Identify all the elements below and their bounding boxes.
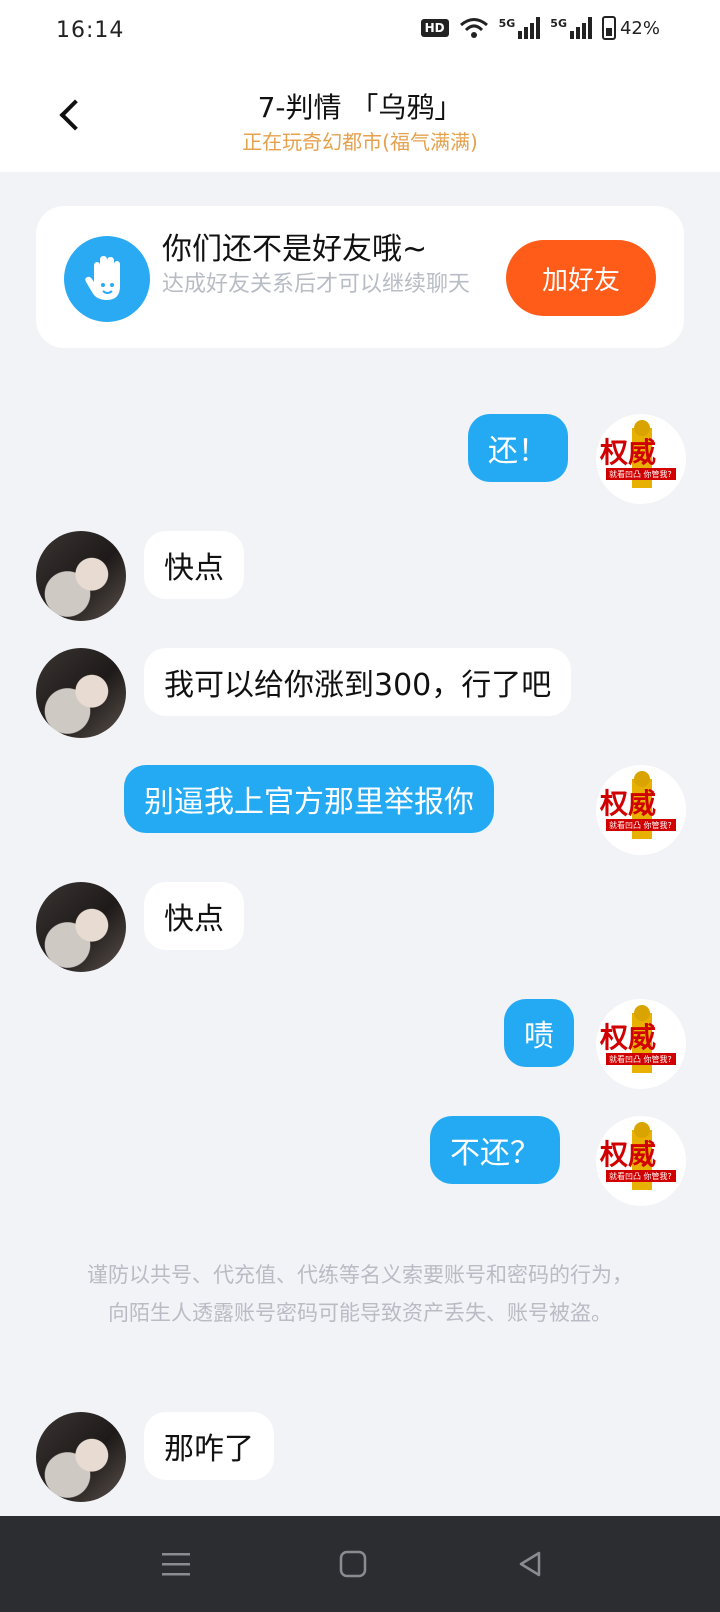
contact-avatar[interactable] — [36, 531, 126, 621]
svg-text:就看凹凸 你管我?: 就看凹凸 你管我? — [609, 469, 672, 479]
avatar-image: 权威 就看凹凸 你管我? — [599, 420, 676, 488]
avatar-image: 权威 就看凹凸 你管我? — [599, 771, 676, 839]
message-bubble-out[interactable]: 别逼我上官方那里举报你 — [124, 765, 494, 833]
contact-avatar[interactable] — [36, 648, 126, 738]
home-icon[interactable] — [329, 1540, 377, 1588]
battery-percent: 42% — [619, 17, 660, 39]
battery-icon — [601, 16, 616, 40]
avatar-image: 权威 就看凹凸 你管我? — [599, 1005, 676, 1073]
svg-text:权威: 权威 — [599, 787, 656, 820]
svg-text:权威: 权威 — [599, 1021, 656, 1054]
svg-text:权威: 权威 — [599, 436, 656, 469]
contact-avatar[interactable] — [36, 1412, 126, 1502]
chat-header: 7-判情 「乌鸦」 正在玩奇幻都市(福气满满) — [0, 64, 720, 172]
status-time: 16:14 — [56, 18, 125, 43]
status-icons: HD 5G 5G 42% — [420, 16, 660, 40]
safety-notice: 谨防以共号、代充值、代练等名义索要账号和密码的行为，向陌生人透露账号密码可能导致… — [87, 1263, 633, 1325]
chat-title: 7-判情 「乌鸦」 — [257, 91, 463, 124]
my-avatar[interactable]: 权威 就看凹凸 你管我? — [596, 414, 686, 504]
my-avatar[interactable]: 权威 就看凹凸 你管我? — [596, 999, 686, 1089]
hd-icon: HD — [420, 19, 449, 37]
hand-icon — [64, 236, 150, 322]
avatar-image: 权威 就看凹凸 你管我? — [599, 1122, 676, 1190]
message-bubble-in[interactable]: 快点 — [144, 531, 244, 599]
wifi-icon — [459, 18, 488, 38]
banner-title: 你们还不是好友哦~ — [162, 232, 428, 267]
system-nav-bar — [0, 1516, 720, 1612]
add-friend-button[interactable]: 加好友 — [506, 240, 656, 316]
message-bubble-out[interactable]: 啧 — [504, 999, 574, 1067]
back-triangle-icon[interactable] — [506, 1540, 554, 1588]
message-bubble-in[interactable]: 那咋了 — [144, 1412, 274, 1480]
menu-icon[interactable] — [152, 1540, 200, 1588]
banner-description: 达成好友关系后才可以继续聊天 — [162, 272, 471, 297]
svg-text:就看凹凸 你管我?: 就看凹凸 你管我? — [609, 820, 672, 830]
message-bubble-out[interactable]: 不还？ — [430, 1116, 560, 1184]
message-bubble-in[interactable]: 快点 — [144, 882, 244, 950]
my-avatar[interactable]: 权威 就看凹凸 你管我? — [596, 1116, 686, 1206]
my-avatar[interactable]: 权威 就看凹凸 你管我? — [596, 765, 686, 855]
status-bar: 16:14 HD 5G 5G 42% — [0, 0, 720, 64]
svg-text:就看凹凸 你管我?: 就看凹凸 你管我? — [609, 1171, 672, 1181]
message-bubble-in[interactable]: 我可以给你涨到300，行了吧 — [144, 648, 572, 716]
battery-indicator: 42% — [601, 16, 660, 40]
signal-icon-1: 5G — [499, 17, 541, 39]
svg-text:就看凹凸 你管我?: 就看凹凸 你管我? — [609, 1054, 672, 1064]
chat-subtitle: 正在玩奇幻都市(福气满满) — [242, 130, 478, 154]
message-bubble-out[interactable]: 还！ — [468, 414, 568, 482]
signal-icon-2: 5G — [550, 17, 592, 39]
svg-text:权威: 权威 — [599, 1138, 656, 1171]
contact-avatar[interactable] — [36, 882, 126, 972]
not-friends-banner: 你们还不是好友哦~ 达成好友关系后才可以继续聊天 加好友 — [36, 206, 684, 348]
chat-screen: 16:14 HD 5G 5G 42% 7-判情 「乌鸦」 正在玩奇幻都市(福气满… — [0, 0, 720, 1612]
